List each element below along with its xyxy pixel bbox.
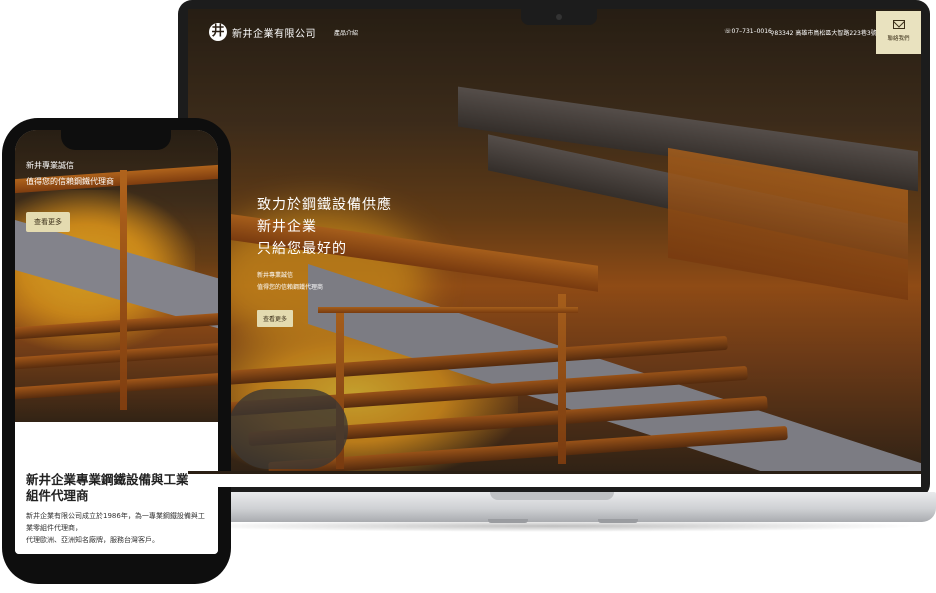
address: ⚲83342 高雄市鳥松區大智路223巷3號 (770, 28, 877, 37)
laptop-camera (521, 9, 597, 25)
hero-headline-2: 新井企業 (257, 219, 317, 235)
laptop-foot (488, 519, 528, 523)
laptop-foot (598, 519, 638, 523)
hero-headline-1: 致力於鋼鐵設備供應 (257, 197, 392, 213)
hero-subtitle: 新井專業誠信 值得您的信賴鋼鐵代理商 (257, 270, 392, 294)
phone-text: 07–731–0016 (731, 28, 772, 35)
mobile-about-title: 新井企業專業鋼鐵設備與工業零組件代理商 (26, 472, 202, 503)
envelope-icon (892, 20, 905, 29)
hero-subtitle-2: 值得您的信賴鋼鐵代理商 (257, 284, 324, 291)
mobile-about-description: 新井企業有限公司成立於1986年，為一專業鋼鐵設備與工業零組件代理商， 代理歐洲… (26, 510, 211, 546)
hero-headline-3: 只給您最好的 (257, 241, 347, 257)
contact-us-label: 聯絡我們 (887, 36, 910, 42)
page-below-fold (188, 471, 921, 487)
mobile-website: 新井專業誠信 值得您的信賴鋼鐵代理商 查看更多 新井企業專業鋼鐵設備與工業零組件… (15, 130, 218, 554)
phone-number[interactable]: ☏07–731–0016 (724, 28, 772, 35)
contact-us-button[interactable]: 聯絡我們 (876, 11, 921, 54)
view-more-button[interactable]: 查看更多 (257, 310, 294, 327)
mobile-about-desc-2: 代理歐洲、亞洲知名廠牌，服務台灣客戶。 (26, 536, 159, 544)
mobile-view-more-button[interactable]: 查看更多 (26, 212, 70, 232)
laptop-base (168, 492, 936, 522)
mobile-about-desc-1: 新井企業有限公司成立於1986年，為一專業鋼鐵設備與工業零組件代理商， (26, 512, 205, 532)
company-name[interactable]: 新井企業有限公司 (232, 25, 316, 40)
mobile-hero-section: 新井專業誠信 值得您的信賴鋼鐵代理商 查看更多 (26, 158, 114, 232)
desktop-website: 井 新井企業有限公司 產品介紹 ☏07–731–0016 ⚲83342 高雄市鳥… (188, 9, 921, 487)
address-text: 83342 高雄市鳥松區大智路223巷3號 (774, 30, 877, 37)
hero-section: 致力於鋼鐵設備供應 新井企業 只給您最好的 新井專業誠信 值得您的信賴鋼鐵代理商… (257, 194, 392, 327)
mobile-hero-subtitle-1: 新井專業誠信 (26, 161, 74, 170)
logo-icon[interactable]: 井 (209, 23, 227, 41)
hero-subtitle-1: 新井專業誠信 (257, 272, 294, 279)
phone-notch (61, 128, 171, 150)
mobile-hero-subtitle-2: 值得您的信賴鋼鐵代理商 (26, 177, 114, 186)
nav-products-link[interactable]: 產品介紹 (334, 28, 358, 37)
phone-icon: ☏ (724, 28, 732, 35)
